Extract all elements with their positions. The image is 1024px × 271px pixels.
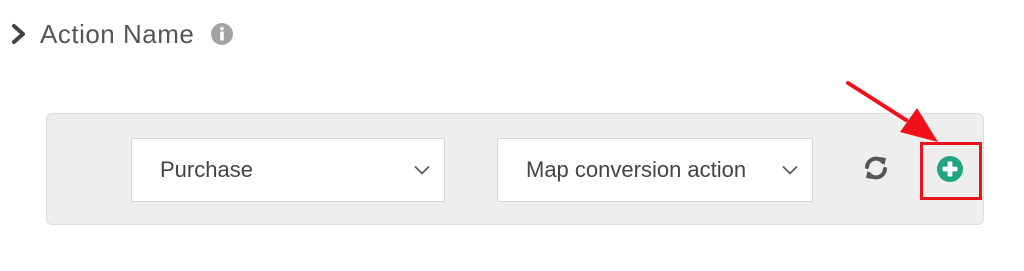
chevron-down-icon	[414, 165, 430, 175]
source-event-value: Purchase	[160, 157, 253, 182]
plus-circle-icon[interactable]	[936, 155, 964, 183]
chevron-right-icon	[12, 24, 25, 44]
section-header[interactable]: Action Name	[10, 14, 234, 54]
chevron-down-icon	[782, 165, 798, 175]
source-event-select[interactable]: Purchase	[131, 138, 445, 202]
conversion-action-value: Map conversion action	[526, 157, 747, 182]
refresh-icon[interactable]	[860, 152, 892, 184]
conversion-action-select[interactable]: Map conversion action	[497, 138, 813, 202]
section-title: Action Name	[40, 18, 195, 49]
action-name-section: Action Name Purchase Map conversion acti…	[0, 0, 1024, 271]
info-icon[interactable]	[210, 22, 234, 46]
